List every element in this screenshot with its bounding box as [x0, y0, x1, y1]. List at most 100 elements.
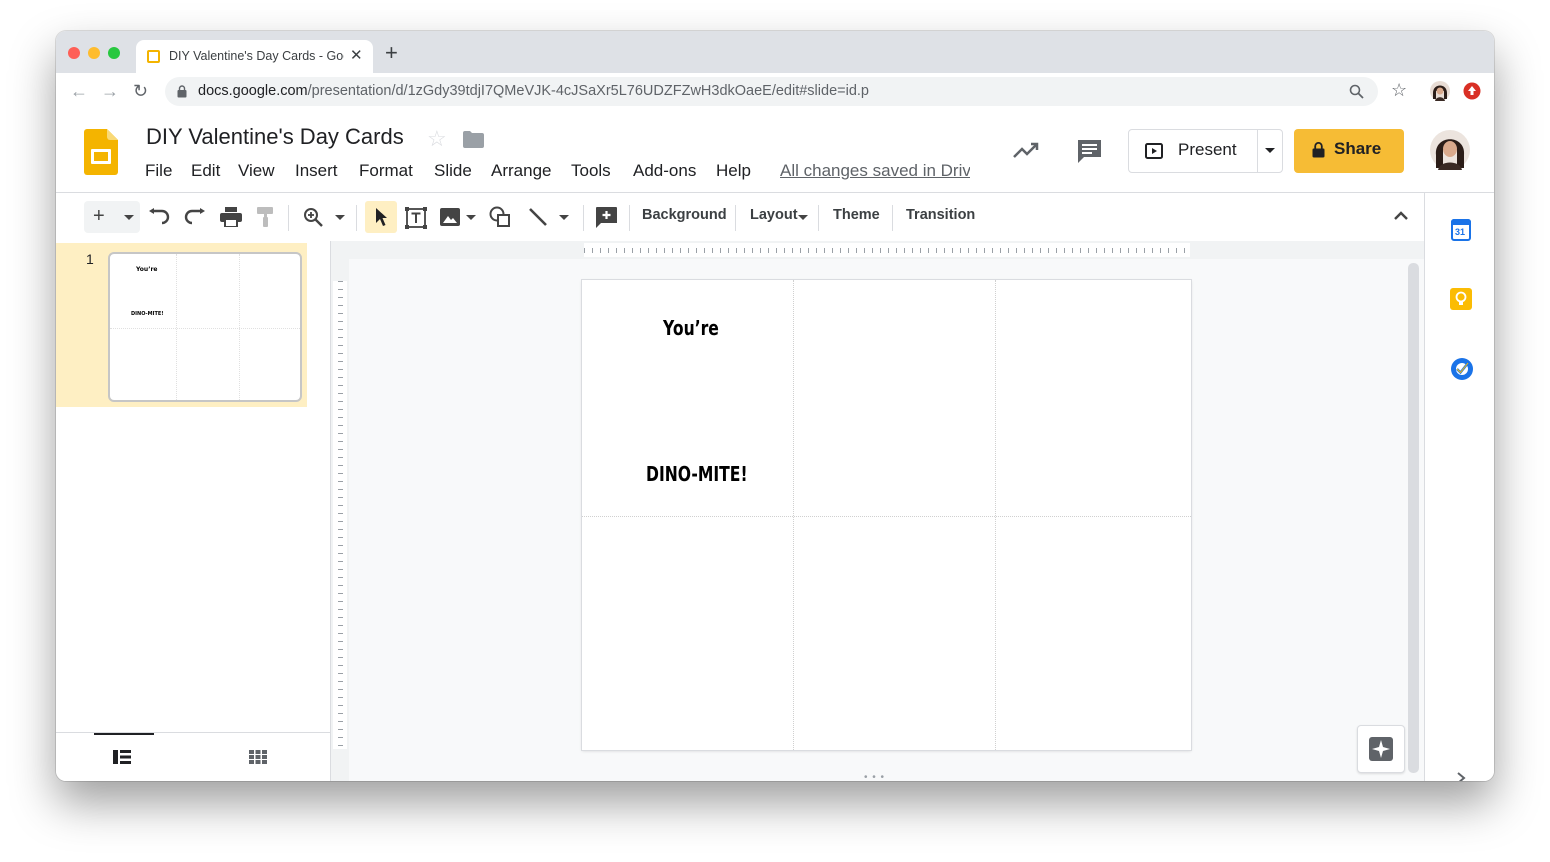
- calendar-icon[interactable]: 31: [1451, 219, 1471, 241]
- folder-icon[interactable]: [463, 131, 484, 148]
- keep-icon[interactable]: [1450, 288, 1472, 310]
- transition-button[interactable]: Transition: [906, 207, 975, 223]
- activity-trend-icon[interactable]: [1012, 141, 1040, 159]
- tab-title: DIY Valentine's Day Cards - Google Slide…: [169, 49, 344, 63]
- slides-favicon-icon: [147, 50, 160, 63]
- line-icon[interactable]: [528, 207, 548, 227]
- update-icon[interactable]: [1463, 82, 1481, 100]
- speaker-notes-resize-handle[interactable]: • • •: [864, 772, 885, 781]
- slides-logo-icon[interactable]: [84, 129, 118, 175]
- expand-panel-chevron-icon[interactable]: [1456, 771, 1466, 781]
- toolbar-divider: [288, 205, 289, 231]
- layout-button[interactable]: Layout: [750, 207, 798, 223]
- zoom-icon[interactable]: [1349, 84, 1364, 99]
- browser-tab[interactable]: DIY Valentine's Day Cards - Google Slide…: [136, 40, 373, 73]
- slide-canvas[interactable]: You’re DINO-MITE!: [582, 280, 1191, 750]
- back-icon[interactable]: ←: [70, 81, 88, 102]
- forward-icon[interactable]: →: [101, 81, 119, 102]
- explore-button[interactable]: [1357, 725, 1405, 773]
- present-dropdown-arrow-icon[interactable]: [1265, 148, 1275, 153]
- slide-number: 1: [86, 251, 94, 267]
- menu-add-ons[interactable]: Add-ons: [633, 161, 696, 181]
- reload-icon[interactable]: ↻: [133, 81, 148, 102]
- undo-icon[interactable]: [148, 208, 170, 226]
- saved-status-link[interactable]: All changes saved in Drive: [780, 161, 970, 181]
- cursor-arrow-icon: [376, 208, 387, 226]
- shape-icon[interactable]: [489, 206, 511, 228]
- image-dropdown-icon[interactable]: [466, 215, 476, 220]
- text-box-icon[interactable]: [405, 207, 427, 229]
- zoom-dropdown-icon[interactable]: [335, 215, 345, 220]
- menu-insert[interactable]: Insert: [295, 161, 338, 181]
- collapse-toolbar-chevron-icon[interactable]: [1393, 211, 1409, 221]
- menu-slide[interactable]: Slide: [434, 161, 472, 181]
- slide-guide-line: [995, 280, 996, 750]
- toolbar-divider: [583, 205, 584, 231]
- toolbar-divider: [892, 205, 893, 231]
- toolbar-divider: [735, 205, 736, 231]
- line-dropdown-icon[interactable]: [559, 215, 569, 220]
- document-title[interactable]: DIY Valentine's Day Cards: [146, 124, 404, 150]
- menu-format[interactable]: Format: [359, 161, 413, 181]
- explore-icon: [1369, 737, 1393, 761]
- menu-edit[interactable]: Edit: [191, 161, 220, 181]
- star-icon[interactable]: ☆: [427, 126, 447, 152]
- share-label: Share: [1334, 139, 1382, 158]
- menu-help[interactable]: Help: [716, 161, 751, 181]
- minimize-window-button[interactable]: [88, 47, 100, 59]
- slide-text-dino-mite[interactable]: DINO-MITE!: [646, 462, 748, 486]
- address-bar[interactable]: docs.google.com/presentation/d/1zGdy39td…: [165, 77, 1378, 106]
- thumb-text-dino-mite: DINO-MITE!: [131, 311, 164, 317]
- toolbar-divider: [818, 205, 819, 231]
- vertical-scrollbar[interactable]: [1408, 263, 1419, 773]
- slide-thumbnail[interactable]: You’re DINO-MITE!: [108, 252, 302, 402]
- zoom-in-icon[interactable]: [303, 207, 323, 227]
- thumb-guide: [239, 254, 240, 400]
- tab-strip: DIY Valentine's Day Cards - Google Slide…: [56, 31, 1494, 73]
- menu-tools[interactable]: Tools: [571, 161, 611, 181]
- background-button[interactable]: Background: [642, 207, 727, 223]
- account-avatar[interactable]: [1430, 130, 1470, 170]
- menu-view[interactable]: View: [238, 161, 275, 181]
- menu-file[interactable]: File: [145, 161, 172, 181]
- new-tab-icon[interactable]: +: [385, 42, 398, 64]
- calendar-icon-header: [1451, 219, 1471, 225]
- print-icon[interactable]: [220, 207, 242, 227]
- close-tab-icon[interactable]: ✕: [350, 46, 363, 64]
- filmstrip-view-icon[interactable]: [113, 750, 131, 764]
- tasks-icon[interactable]: [1450, 357, 1474, 381]
- toolbar-divider: [356, 205, 357, 231]
- close-window-button[interactable]: [68, 47, 80, 59]
- vertical-ruler[interactable]: [333, 281, 347, 749]
- theme-button[interactable]: Theme: [833, 207, 880, 223]
- present-label: Present: [1178, 140, 1237, 159]
- toolbar-divider: [629, 205, 630, 231]
- present-icon: [1145, 143, 1163, 159]
- profile-avatar[interactable]: [1430, 81, 1450, 101]
- slides-header: DIY Valentine's Day Cards ☆ File Edit Vi…: [56, 111, 1494, 193]
- plus-icon: +: [93, 205, 105, 227]
- menu-arrange[interactable]: Arrange: [491, 161, 551, 181]
- share-button[interactable]: Share: [1294, 129, 1404, 173]
- grid-view-icon[interactable]: [249, 750, 267, 764]
- filmstrip: 1 You’re DINO-MITE!: [56, 241, 331, 781]
- slide-guide-line: [582, 516, 1191, 517]
- horizontal-ruler[interactable]: [584, 243, 1190, 257]
- new-slide-button[interactable]: +: [84, 201, 140, 233]
- present-button[interactable]: Present: [1128, 129, 1283, 173]
- layout-dropdown-icon[interactable]: [798, 215, 808, 220]
- add-comment-icon[interactable]: [596, 207, 617, 228]
- redo-icon[interactable]: [184, 208, 206, 226]
- edit-toolbar: + Background Layout Theme Transition: [56, 193, 1424, 241]
- comments-icon[interactable]: [1076, 138, 1103, 164]
- image-icon[interactable]: [440, 208, 460, 226]
- slide-canvas-area: You’re DINO-MITE! • • •: [331, 241, 1424, 781]
- paint-format-icon[interactable]: [257, 207, 275, 227]
- thumb-guide: [176, 254, 177, 400]
- filmstrip-slide-selected[interactable]: 1 You’re DINO-MITE!: [56, 243, 307, 407]
- new-slide-dropdown-icon: [124, 215, 134, 220]
- slide-text-youre[interactable]: You’re: [663, 316, 719, 340]
- maximize-window-button[interactable]: [108, 47, 120, 59]
- select-tool-button[interactable]: [365, 201, 397, 233]
- bookmark-star-icon[interactable]: ☆: [1391, 80, 1407, 101]
